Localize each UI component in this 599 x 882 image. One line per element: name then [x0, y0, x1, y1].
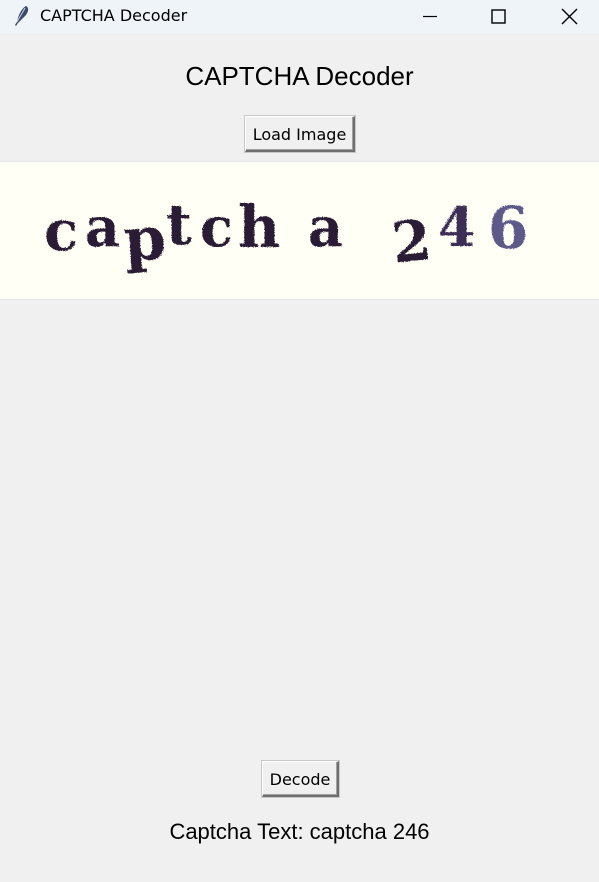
captcha-glyph: 4 — [438, 195, 476, 259]
minimize-icon — [423, 15, 437, 18]
captcha-result-text: Captcha Text: captcha 246 — [169, 819, 430, 844]
close-button[interactable] — [546, 0, 592, 33]
captcha-glyph: 6 — [488, 194, 528, 262]
captcha-image: c a p t c h a 2 4 6 — [0, 161, 599, 300]
page-title: CAPTCHA Decoder — [185, 61, 414, 91]
load-image-button[interactable]: Load Image — [245, 116, 355, 152]
window-title: CAPTCHA Decoder — [40, 6, 188, 25]
captcha-glyph: a — [308, 195, 343, 259]
captcha-image-graphic: c a p t c h a 2 4 6 — [44, 192, 528, 277]
minimize-button[interactable] — [406, 0, 452, 33]
captcha-glyph: p — [121, 203, 168, 276]
maximize-icon — [491, 9, 506, 24]
captcha-glyph: c — [44, 198, 78, 264]
captcha-glyph: t — [166, 192, 192, 258]
feather-icon — [12, 5, 32, 27]
close-icon — [561, 8, 578, 25]
decode-button[interactable]: Decode — [262, 761, 339, 797]
captcha-glyph: a — [85, 195, 120, 259]
captcha-glyph: c — [200, 195, 233, 259]
title-bar[interactable]: CAPTCHA Decoder — [0, 0, 599, 33]
captcha-glyph: h — [238, 193, 280, 261]
maximize-button[interactable] — [475, 0, 521, 33]
app-window: CAPTCHA Decoder CAPTCHA Decoder Load Ima… — [0, 0, 599, 882]
captcha-glyph: 2 — [389, 207, 435, 277]
